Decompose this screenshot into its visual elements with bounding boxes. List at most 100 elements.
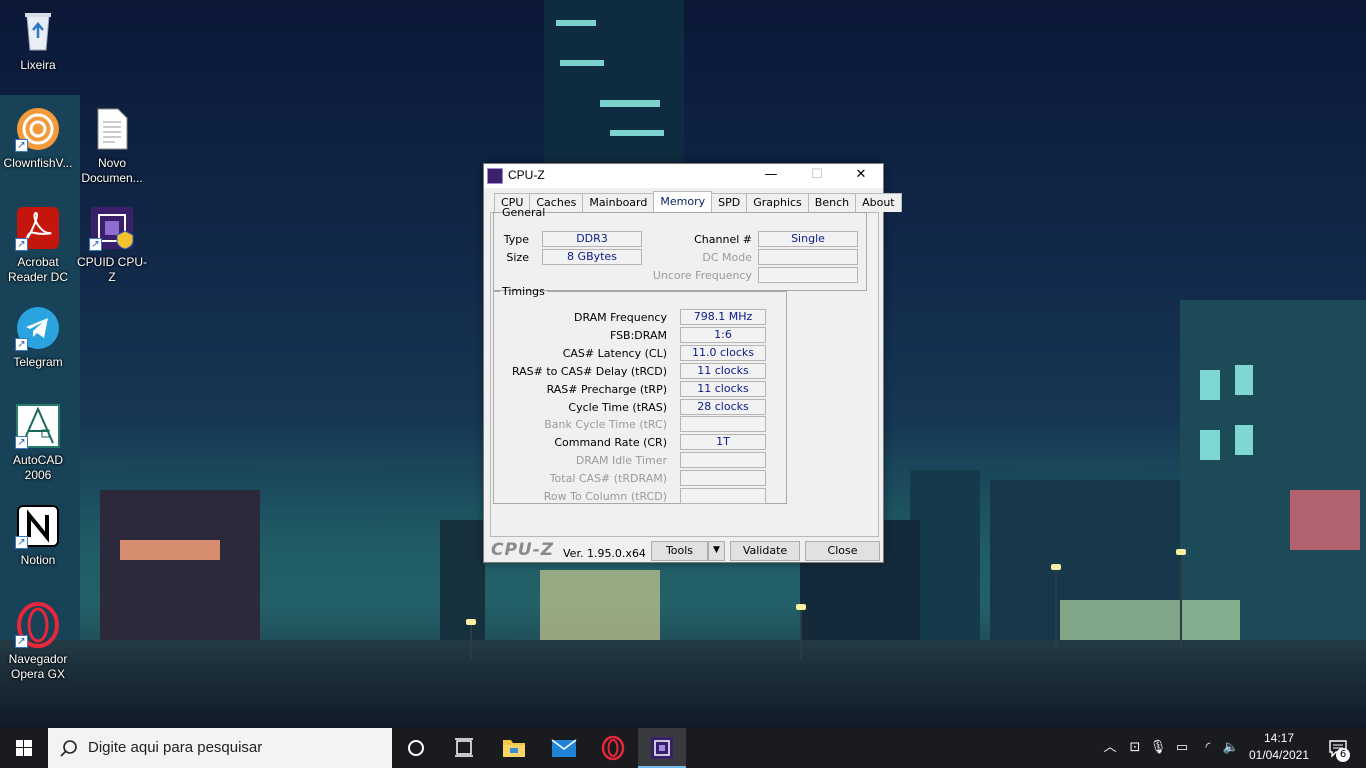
validate-button[interactable]: Validate <box>730 541 800 561</box>
timing-value: 1T <box>680 434 766 451</box>
timing-value <box>680 416 766 433</box>
task-view-button[interactable] <box>440 728 488 768</box>
cpuz-icon <box>487 168 503 184</box>
start-button[interactable] <box>0 728 48 768</box>
taskbar-mail[interactable] <box>540 728 588 768</box>
size-label: Size <box>506 251 529 264</box>
cpuz-window[interactable]: CPU-Z — ☐ ✕ CPU Caches Mainboard Memory … <box>483 163 902 563</box>
timing-value <box>680 488 766 504</box>
timing-label: FSB:DRAM <box>609 328 667 342</box>
cortana-button[interactable] <box>392 728 440 768</box>
taskbar-opera-gx[interactable] <box>589 728 637 768</box>
timing-value <box>680 470 766 487</box>
desktop-icon-label: Navegador Opera GX <box>8 652 68 681</box>
microphone-icon[interactable]: 🎙 <box>1148 728 1168 768</box>
recycle-bin-icon <box>15 8 61 54</box>
desktop-icon-label: Novo Documen... <box>81 156 143 185</box>
type-value: DDR3 <box>542 231 642 247</box>
close-icon[interactable]: ✕ <box>838 164 884 188</box>
timing-label: DRAM Idle Timer <box>575 454 667 468</box>
search-icon <box>60 740 77 757</box>
timing-label: DRAM Frequency <box>573 311 667 324</box>
opera-gx-icon: ↗ <box>15 602 61 648</box>
desktop-icon-telegram[interactable]: ↗ Telegram <box>0 305 76 370</box>
footer-bar: CPU-Z Ver. 1.95.0.x64 Tools ▼ Validate C… <box>484 540 883 562</box>
dc-mode-label: DC Mode <box>702 251 752 264</box>
tools-button[interactable]: Tools <box>651 541 708 561</box>
desktop-icon-label: Telegram <box>13 355 63 369</box>
desktop-icon-label: Acrobat Reader DC <box>7 255 69 284</box>
show-hidden-icons-chevron-icon[interactable]: ︿ <box>1100 728 1120 768</box>
search-box[interactable]: Digite aqui para pesquisar <box>48 728 392 768</box>
close-button[interactable]: Close <box>805 541 880 561</box>
dc-mode-value <box>758 249 858 265</box>
battery-icon[interactable]: ▭ <box>1170 728 1194 768</box>
minimize-button[interactable]: — <box>748 164 794 188</box>
timing-label: Row To Column (tRCD) <box>543 490 667 503</box>
uncore-frequency-label: Uncore Frequency <box>652 269 752 282</box>
timing-value: 1:6 <box>680 326 766 343</box>
desktop-icon-clownfish[interactable]: ↗ ClownfishV... <box>0 106 76 171</box>
timing-label: Total CAS# (tRDRAM) <box>549 472 667 486</box>
window-title: CPU-Z <box>508 168 545 182</box>
title-bar[interactable]: CPU-Z — ☐ ✕ <box>484 164 883 188</box>
timing-label: Bank Cycle Time (tRC) <box>544 418 667 432</box>
timings-legend: Timings <box>502 285 545 298</box>
notion-icon: ↗ <box>15 503 61 549</box>
channel-value: Single <box>758 231 858 247</box>
timing-label: CAS# Latency (CL) <box>562 346 667 360</box>
desktop-icon-cpuz[interactable]: ↗ CPUID CPU-Z <box>74 205 150 285</box>
type-label: Type <box>503 233 529 246</box>
wifi-icon[interactable]: ◜ <box>1197 728 1219 768</box>
desktop-icon-new-document[interactable]: Novo Documen... <box>74 106 150 186</box>
search-placeholder: Digite aqui para pesquisar <box>88 739 263 756</box>
shortcut-arrow-icon: ↗ <box>15 436 28 449</box>
shortcut-arrow-icon: ↗ <box>89 238 102 251</box>
timing-value <box>680 452 766 469</box>
shortcut-arrow-icon: ↗ <box>15 139 28 152</box>
size-value: 8 GBytes <box>542 249 642 265</box>
timing-label: RAS# to CAS# Delay (tRCD) <box>511 364 667 378</box>
timing-label: Command Rate (CR) <box>554 436 667 450</box>
shortcut-arrow-icon: ↗ <box>15 635 28 648</box>
shortcut-arrow-icon: ↗ <box>15 536 28 549</box>
timing-label: Cycle Time (tRAS) <box>568 400 667 414</box>
desktop-icon-autocad[interactable]: ↗ AutoCAD 2006 <box>0 403 76 483</box>
tools-dropdown-icon[interactable]: ▼ <box>708 541 725 561</box>
desktop-icon-acrobat[interactable]: ↗ Acrobat Reader DC <box>0 205 76 285</box>
general-legend: General <box>502 206 546 219</box>
timing-value: 28 clocks <box>680 398 766 415</box>
taskbar-file-explorer[interactable] <box>490 728 538 768</box>
desktop-icon-notion[interactable]: ↗ Notion <box>0 503 76 568</box>
autocad-icon: ↗ <box>15 403 61 449</box>
clock[interactable]: 14:17 01/04/2021 <box>1244 730 1314 764</box>
cpuz-icon: ↗ <box>89 205 135 251</box>
memory-panel: General Type DDR3 Size 8 GBytes Channel … <box>490 206 879 537</box>
cpuz-logo: CPU-Z <box>491 540 555 560</box>
notifications-button[interactable]: 6 <box>1318 728 1358 768</box>
channel-label: Channel # <box>694 233 752 246</box>
desktop-icon-label: CPUID CPU-Z <box>76 255 147 284</box>
meet-now-icon[interactable]: ⊡ <box>1124 728 1146 768</box>
maximize-button[interactable]: ☐ <box>794 164 840 188</box>
clownfish-icon: ↗ <box>15 106 61 152</box>
text-document-icon <box>89 106 135 152</box>
volume-icon[interactable]: 🔈 <box>1220 728 1242 768</box>
timing-value: 798.1 MHz <box>680 309 766 325</box>
desktop-icon-label: ClownfishV... <box>3 156 73 170</box>
timing-label: RAS# Precharge (tRP) <box>546 382 667 396</box>
timing-value: 11 clocks <box>680 380 766 397</box>
notification-count-badge: 6 <box>1336 748 1350 762</box>
cpuz-icon <box>651 737 673 759</box>
timing-value: 11.0 clocks <box>680 344 766 361</box>
telegram-icon: ↗ <box>15 305 61 351</box>
desktop-icon-opera-gx[interactable]: ↗ Navegador Opera GX <box>0 602 76 682</box>
taskbar-cpuz[interactable] <box>638 728 686 768</box>
desktop-icon-label: AutoCAD 2006 <box>12 453 64 482</box>
start-icon <box>16 740 32 756</box>
desktop-icon-label: Lixeira <box>20 58 56 72</box>
desktop-icon-recycle-bin[interactable]: Lixeira <box>0 8 76 73</box>
mail-icon <box>551 739 577 757</box>
file-explorer-icon <box>503 740 525 757</box>
version-label: Ver. 1.95.0.x64 <box>563 547 646 560</box>
